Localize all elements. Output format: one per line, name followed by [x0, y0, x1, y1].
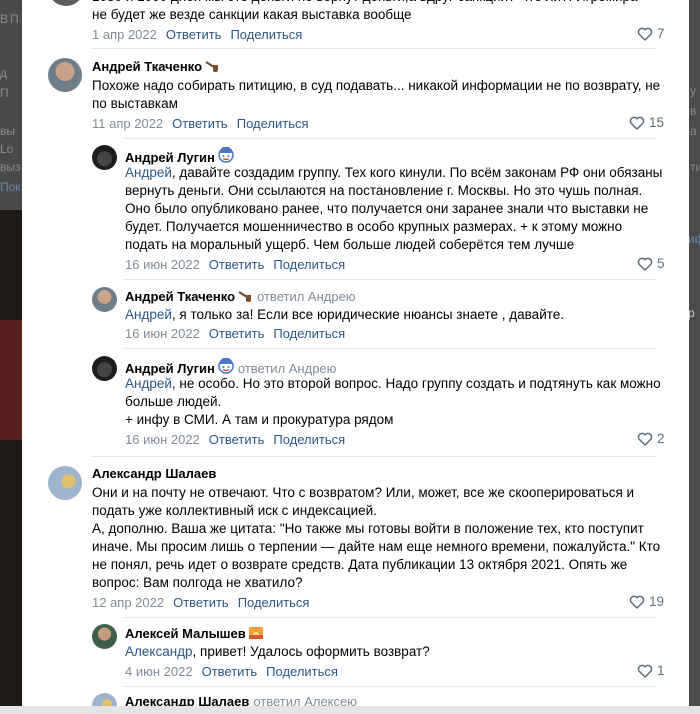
comment-meta: 4 июн 2022 Ответить Поделиться	[125, 664, 338, 679]
like-button[interactable]: 2	[637, 431, 665, 446]
like-button[interactable]: 7	[637, 26, 665, 41]
backdrop-fragment: В	[0, 12, 9, 26]
backdrop-right-strip: у в а ти иф р	[688, 0, 700, 714]
comment-date[interactable]: 16 июн 2022	[125, 432, 200, 447]
backdrop-fragment: вы	[0, 124, 15, 138]
reply-to-label[interactable]: ответил Андрею	[238, 361, 337, 376]
divider	[124, 617, 657, 618]
backdrop-left-strip: В П д П вы Lo выз Пок	[0, 0, 24, 714]
like-count: 1	[657, 663, 665, 678]
backdrop-fragment: П	[10, 12, 19, 26]
comment-author[interactable]: Андрей Ткаченко ответил Андрею	[125, 289, 356, 305]
comment-author[interactable]: Александр Шалаев	[92, 466, 216, 481]
avatar[interactable]	[48, 0, 84, 6]
like-count: 7	[657, 26, 665, 41]
comment-date[interactable]: 4 июн 2022	[125, 664, 193, 679]
share-button[interactable]: Поделиться	[273, 326, 345, 341]
comment-text: Александр, привет! Удалось оформить возв…	[125, 644, 430, 659]
share-button[interactable]: Поделиться	[238, 595, 310, 610]
mention-link[interactable]: Андрей	[125, 376, 172, 391]
sunset-emoji-icon	[248, 627, 263, 642]
backdrop-fragment: а	[690, 124, 697, 138]
backdrop-fragment: р	[688, 306, 695, 320]
divider	[92, 48, 657, 49]
backdrop-fragment: Lo	[0, 142, 14, 156]
comment-author[interactable]: Алексей Малышев	[125, 626, 263, 642]
comment-text: Андрей, я только за! Если все юридически…	[125, 307, 565, 322]
backdrop-fragment: в	[690, 104, 697, 118]
comment-text: Андрей, не особо. Но это второй вопрос. …	[125, 376, 661, 427]
like-button[interactable]: 15	[629, 115, 664, 130]
avatar[interactable]	[92, 287, 117, 312]
divider	[124, 279, 657, 280]
comment-date[interactable]: 11 апр 2022	[92, 116, 163, 131]
mention-link[interactable]: Андрей	[125, 165, 172, 180]
heart-icon	[637, 664, 653, 678]
heart-icon	[629, 116, 645, 130]
heart-icon	[637, 257, 653, 271]
comment-date[interactable]: 1 апр 2022	[92, 27, 157, 42]
backdrop-fragment: у	[690, 84, 696, 98]
like-count: 15	[649, 115, 665, 130]
reply-button[interactable]: Ответить	[202, 664, 258, 679]
backdrop-fragment: иф	[688, 232, 700, 246]
share-button[interactable]: Поделиться	[230, 27, 302, 42]
avatar[interactable]	[92, 356, 117, 381]
avatar[interactable]	[92, 624, 117, 649]
share-button[interactable]: Поделиться	[273, 257, 345, 272]
comment-meta: 1 апр 2022 Ответить Поделиться	[92, 27, 302, 42]
bottom-scroll-edge	[0, 706, 700, 714]
avatar[interactable]	[48, 466, 82, 500]
like-count: 5	[657, 256, 665, 271]
heart-icon	[629, 595, 645, 609]
heart-icon	[637, 27, 653, 41]
backdrop-fragment: выз	[0, 160, 21, 174]
like-count: 2	[657, 431, 665, 446]
reply-button[interactable]: Ответить	[209, 326, 265, 341]
backdrop-fragment: д	[0, 66, 8, 80]
divider	[124, 348, 657, 349]
reply-button[interactable]: Ответить	[173, 595, 229, 610]
reply-button[interactable]: Ответить	[166, 27, 222, 42]
backdrop-fragment: П	[0, 86, 9, 100]
pipe-emoji-icon	[238, 290, 253, 305]
comment-date[interactable]: 12 апр 2022	[92, 595, 164, 610]
like-count: 19	[649, 594, 665, 609]
reply-button[interactable]: Ответить	[209, 432, 265, 447]
divider	[124, 686, 657, 687]
comment-date[interactable]: 16 июн 2022	[125, 257, 200, 272]
divider	[92, 456, 657, 457]
avatar[interactable]	[48, 58, 82, 92]
mention-link[interactable]: Александр	[125, 644, 193, 659]
comment-text: Похоже надо собирать питицию, в суд пода…	[92, 78, 661, 111]
comment-meta: 11 апр 2022 Ответить Поделиться	[92, 116, 309, 131]
reply-button[interactable]: Ответить	[172, 116, 228, 131]
comment-date[interactable]: 16 июн 2022	[125, 326, 200, 341]
heart-icon	[637, 432, 653, 446]
share-button[interactable]: Поделиться	[273, 432, 345, 447]
like-button[interactable]: 1	[637, 663, 665, 678]
like-button[interactable]: 5	[637, 256, 665, 271]
pipe-emoji-icon	[205, 60, 220, 75]
comment-meta: 16 июн 2022 Ответить Поделиться	[125, 326, 345, 341]
comment-meta: 16 июн 2022 Ответить Поделиться	[125, 257, 345, 272]
comment-text: Андрей, давайте создадим группу. Тех ког…	[125, 165, 663, 252]
comment-text: 1030 и 1000 дней мы это деньги не вернут…	[92, 0, 638, 22]
share-button[interactable]: Поделиться	[266, 664, 338, 679]
like-button[interactable]: 19	[629, 594, 664, 609]
divider	[124, 138, 657, 139]
comments-modal: 1030 и 1000 дней мы это деньги не вернут…	[22, 0, 689, 714]
reply-to-label[interactable]: ответил Андрею	[257, 289, 356, 304]
reply-button[interactable]: Ответить	[209, 257, 265, 272]
comment-author[interactable]: Андрей Ткаченко	[92, 59, 220, 75]
comment-meta: 16 июн 2022 Ответить Поделиться	[125, 432, 345, 447]
backdrop-fragment: ти	[690, 160, 700, 174]
comment-meta: 12 апр 2022 Ответить Поделиться	[92, 595, 309, 610]
share-button[interactable]: Поделиться	[237, 116, 309, 131]
backdrop-fragment: Пок	[0, 180, 21, 194]
avatar[interactable]	[92, 145, 117, 170]
mention-link[interactable]: Андрей	[125, 307, 172, 322]
comment-text: Они и на почту не отвечают. Что с возвра…	[92, 485, 661, 590]
